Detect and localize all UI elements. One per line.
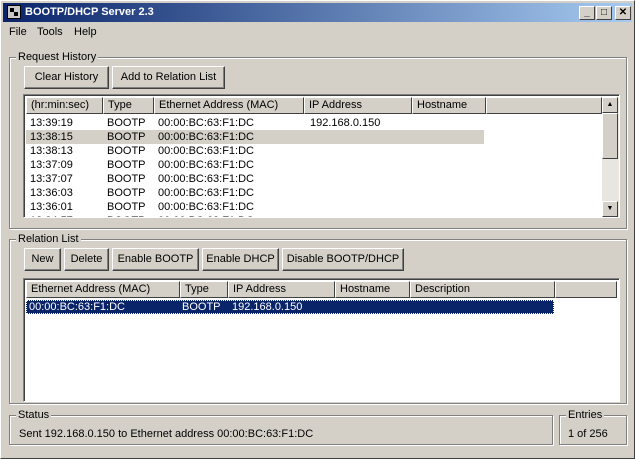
column-header-mac[interactable]: Ethernet Address (MAC) [154, 97, 304, 114]
table-row[interactable]: 13:38:13 BOOTP 00:00:BC:63:F1:DC [26, 144, 484, 158]
app-icon[interactable] [7, 5, 21, 19]
status-message: Sent 192.168.0.150 to Ethernet address 0… [19, 428, 314, 440]
column-header-ip[interactable]: IP Address [304, 97, 412, 114]
column-header-hostname[interactable]: Hostname [335, 281, 410, 298]
table-cell: 00:00:BC:63:F1:DC [158, 117, 254, 129]
table-cell: BOOTP [107, 173, 146, 185]
delete-button[interactable]: Delete [64, 248, 109, 271]
column-header-type[interactable]: Type [103, 97, 154, 114]
table-row[interactable]: 13:36:03 BOOTP 00:00:BC:63:F1:DC [26, 186, 484, 200]
new-button[interactable]: New [24, 248, 61, 271]
clear-history-button[interactable]: Clear History [24, 66, 109, 89]
entries-group: Entries 1 of 256 [559, 409, 627, 445]
scroll-up-arrow-icon[interactable]: ▲ [602, 97, 618, 113]
table-row[interactable]: 13:37:07 BOOTP 00:00:BC:63:F1:DC [26, 172, 484, 186]
minimize-button[interactable]: _ [579, 6, 595, 20]
window-title: BOOTP/DHCP Server 2.3 [25, 6, 154, 18]
table-cell: 00:00:BC:63:F1:DC [158, 145, 254, 157]
column-header-ip[interactable]: IP Address [228, 281, 335, 298]
table-row[interactable]: 13:38:15 BOOTP 00:00:BC:63:F1:DC [26, 130, 484, 144]
table-cell: 192.168.0.150 [310, 117, 381, 129]
app-window: BOOTP/DHCP Server 2.3 _ □ ✕ File Tools H… [0, 0, 635, 459]
table-cell: 00:00:BC:63:F1:DC [158, 187, 254, 199]
table-cell: 00:00:BC:63:F1:DC [158, 214, 254, 217]
relation-list-group: Relation List New Delete Enable BOOTP En… [9, 233, 627, 404]
column-header-hostname[interactable]: Hostname [412, 97, 486, 114]
table-row[interactable]: 13:37:09 BOOTP 00:00:BC:63:F1:DC [26, 158, 484, 172]
table-cell: BOOTP [182, 301, 221, 313]
add-to-relation-list-button[interactable]: Add to Relation List [112, 66, 225, 89]
table-cell: BOOTP [107, 187, 146, 199]
table-row[interactable]: 13:36:01 BOOTP 00:00:BC:63:F1:DC [26, 200, 484, 214]
status-label: Status [16, 409, 52, 421]
enable-dhcp-button[interactable]: Enable DHCP [202, 248, 279, 271]
disable-bootp-dhcp-button[interactable]: Disable BOOTP/DHCP [282, 248, 404, 271]
enable-bootp-button[interactable]: Enable BOOTP [112, 248, 199, 271]
table-cell: 13:39:19 [30, 117, 73, 129]
request-history-label: Request History [16, 51, 99, 63]
table-cell: 13:37:09 [30, 159, 73, 171]
menu-file[interactable]: File [9, 26, 27, 38]
table-cell: 13:36:03 [30, 187, 73, 199]
menu-bar: File Tools Help [3, 23, 632, 41]
table-cell: 192.168.0.150 [232, 301, 303, 313]
request-history-group: Request History Clear History Add to Rel… [9, 51, 627, 229]
table-row[interactable]: 13:34:57 BOOTP 00:00:BC:63:F1:DC [26, 214, 484, 217]
column-header-type[interactable]: Type [180, 281, 228, 298]
table-cell: BOOTP [107, 117, 146, 129]
request-history-scrollbar[interactable]: ▲ ▼ [602, 97, 619, 217]
menu-tools[interactable]: Tools [37, 26, 63, 38]
table-cell: BOOTP [107, 201, 146, 213]
table-row[interactable]: 00:00:BC:63:F1:DC BOOTP 192.168.0.150 [26, 300, 554, 314]
column-header-description[interactable]: Description [410, 281, 555, 298]
relation-list-label: Relation List [16, 233, 81, 245]
column-header-time[interactable]: (hr:min:sec) [26, 97, 103, 114]
table-cell: BOOTP [107, 145, 146, 157]
scroll-thumb[interactable] [602, 113, 618, 159]
table-cell: 00:00:BC:63:F1:DC [158, 159, 254, 171]
table-cell: 13:37:07 [30, 173, 73, 185]
relation-list[interactable]: Ethernet Address (MAC) Type IP Address H… [23, 278, 620, 402]
table-cell: 13:38:13 [30, 145, 73, 157]
scroll-down-arrow-icon[interactable]: ▼ [602, 201, 618, 217]
table-cell: 13:34:57 [30, 214, 73, 217]
table-cell: 00:00:BC:63:F1:DC [158, 173, 254, 185]
entries-label: Entries [566, 409, 605, 421]
maximize-button[interactable]: □ [596, 6, 612, 20]
entries-value: 1 of 256 [568, 428, 608, 440]
table-cell: BOOTP [107, 214, 146, 217]
column-header-filler [555, 281, 617, 298]
close-button[interactable]: ✕ [615, 6, 631, 20]
table-cell: 00:00:BC:63:F1:DC [29, 301, 125, 313]
table-cell: BOOTP [107, 159, 146, 171]
table-cell: 00:00:BC:63:F1:DC [158, 201, 254, 213]
table-cell: 13:36:01 [30, 201, 73, 213]
table-cell: 00:00:BC:63:F1:DC [158, 131, 254, 143]
column-header-filler [486, 97, 602, 114]
column-header-mac[interactable]: Ethernet Address (MAC) [26, 281, 180, 298]
title-bar[interactable]: BOOTP/DHCP Server 2.3 _ □ ✕ [3, 3, 632, 22]
status-group: Status Sent 192.168.0.150 to Ethernet ad… [9, 409, 553, 445]
table-cell: BOOTP [107, 131, 146, 143]
table-cell: 13:38:15 [30, 131, 73, 143]
table-row[interactable]: 13:39:19 BOOTP 00:00:BC:63:F1:DC 192.168.0.… [26, 116, 484, 130]
request-history-list[interactable]: (hr:min:sec) Type Ethernet Address (MAC)… [23, 94, 620, 218]
menu-help[interactable]: Help [74, 26, 97, 38]
